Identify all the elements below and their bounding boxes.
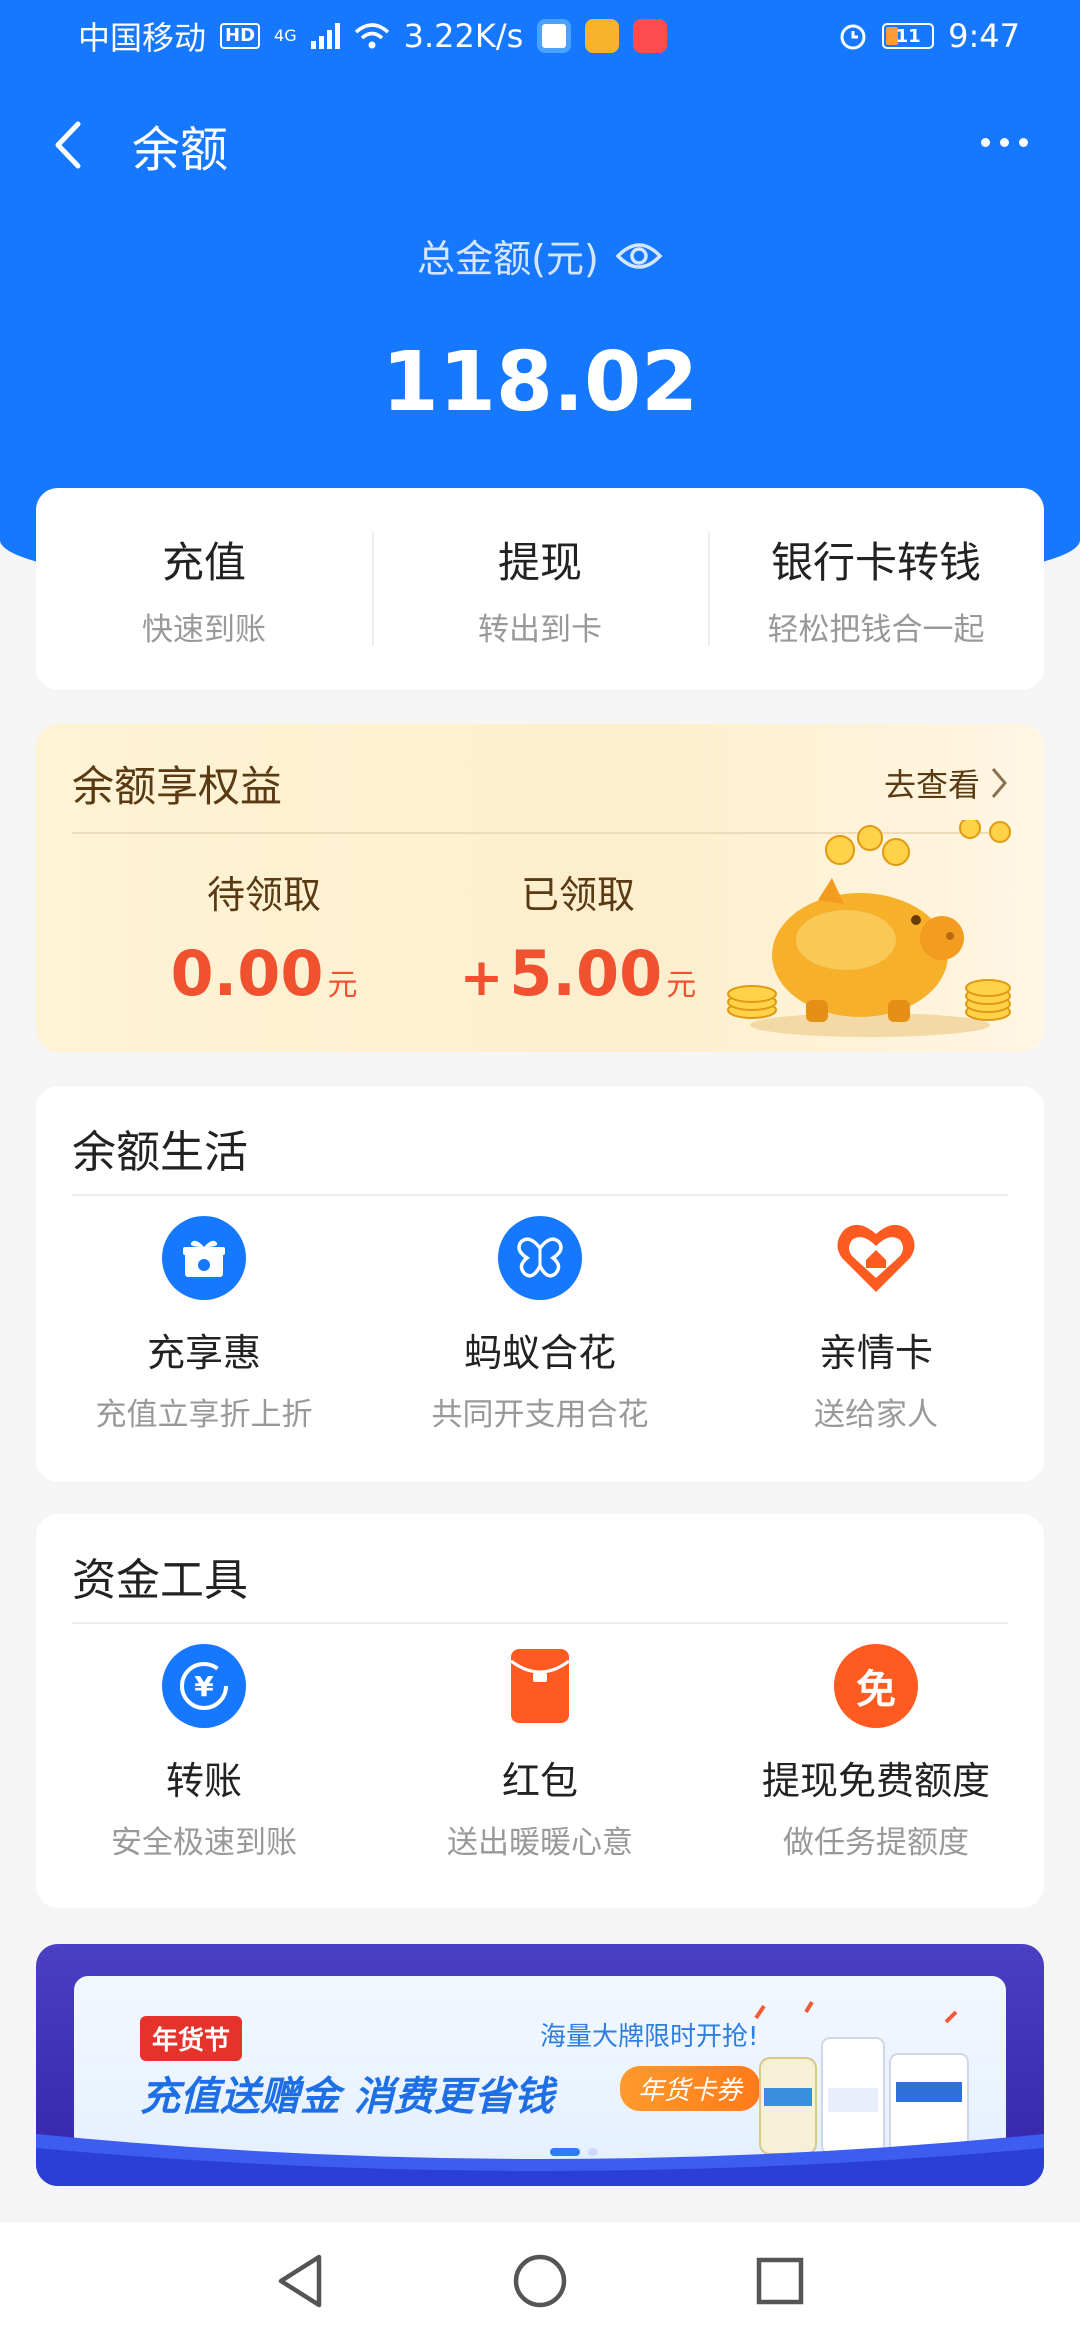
total-amount-value: 118.02 bbox=[381, 335, 699, 430]
recharge-button[interactable]: 充值 快速到账 bbox=[36, 488, 372, 690]
notification-app-icon bbox=[585, 19, 620, 53]
view-benefits-link[interactable]: 去查看 bbox=[884, 760, 1008, 806]
total-label-text: 总金额(元) bbox=[417, 237, 599, 281]
more-icon[interactable] bbox=[981, 138, 1028, 147]
carousel-indicator bbox=[550, 2148, 598, 2156]
balance-benefits-card[interactable]: 余额享权益 去查看 待领取 0.00 元 已领取 +5.00 元 bbox=[36, 724, 1044, 1052]
notification-app-icon bbox=[537, 19, 572, 53]
recents-square-icon[interactable] bbox=[748, 2249, 812, 2313]
butterfly-icon bbox=[498, 1216, 582, 1300]
pending-value: 0.00 bbox=[170, 937, 324, 1010]
divider bbox=[72, 1194, 1008, 1196]
transfer-tile[interactable]: ¥ 转账 安全极速到账 bbox=[36, 1634, 372, 1862]
pending-stat: 待领取 0.00 元 bbox=[104, 864, 424, 1010]
action-subtitle: 转出到卡 bbox=[478, 612, 602, 648]
promo-banner[interactable]: 年货节 海量大牌限时开抢! 充值送赠金 消费更省钱 年货卡券 bbox=[36, 1944, 1044, 2186]
red-envelope-tile[interactable]: 红包 送出暖暖心意 bbox=[372, 1634, 708, 1862]
balance-actions-card: 充值 快速到账 提现 转出到卡 银行卡转钱 轻松把钱合一起 bbox=[36, 488, 1044, 690]
action-title: 提现 bbox=[497, 538, 582, 587]
battery-icon: 11 bbox=[882, 23, 935, 49]
recharge-deals-tile[interactable]: 充享惠 充值立享折上折 bbox=[36, 1206, 372, 1434]
heart-home-icon bbox=[834, 1216, 918, 1300]
bank-card-transfer-button[interactable]: 银行卡转钱 轻松把钱合一起 bbox=[708, 488, 1044, 690]
system-navigation-bar bbox=[0, 2222, 1080, 2340]
tile-title: 蚂蚁合花 bbox=[463, 1331, 616, 1375]
action-title: 银行卡转钱 bbox=[770, 538, 981, 587]
red-envelope-icon bbox=[498, 1644, 582, 1728]
pending-label: 待领取 bbox=[206, 873, 321, 917]
chevron-left-icon[interactable] bbox=[40, 118, 94, 172]
signal-icon bbox=[310, 23, 340, 49]
tile-subtitle: 送出暖暖心意 bbox=[447, 1825, 633, 1861]
banner-wave bbox=[36, 2134, 1044, 2186]
tile-title: 亲情卡 bbox=[818, 1331, 933, 1375]
clock: 9:47 bbox=[948, 17, 1020, 55]
navigation-bar: 余额 bbox=[0, 100, 1080, 190]
withdraw-button[interactable]: 提现 转出到卡 bbox=[372, 488, 708, 690]
tile-title: 充享惠 bbox=[146, 1331, 261, 1375]
benefits-title: 余额享权益 bbox=[72, 761, 283, 811]
received-value: 5.00 bbox=[509, 937, 663, 1010]
banner-tag: 年货节 bbox=[140, 2016, 243, 2061]
banner-subtitle: 海量大牌限时开抢! bbox=[540, 2022, 759, 2052]
tile-subtitle: 安全极速到账 bbox=[111, 1825, 297, 1861]
home-circle-icon[interactable] bbox=[508, 2249, 572, 2313]
piggy-bank-illustration bbox=[727, 820, 1011, 1037]
eye-icon[interactable] bbox=[615, 236, 663, 276]
tile-subtitle: 做任务提额度 bbox=[783, 1825, 969, 1861]
chevron-right-icon bbox=[991, 768, 1007, 798]
section-title: 余额生活 bbox=[72, 1127, 248, 1178]
network-speed: 3.22K/s bbox=[403, 17, 524, 55]
total-amount-label: 总金额(元) bbox=[0, 228, 1080, 283]
banner-chip: 年货卡券 bbox=[620, 2066, 761, 2111]
tile-subtitle: 共同开支用合花 bbox=[431, 1397, 649, 1433]
status-bar: 中国移动 HD 4G 3.22K/s 11 9:47 bbox=[0, 0, 1080, 72]
gift-icon bbox=[162, 1216, 246, 1300]
section-title: 资金工具 bbox=[72, 1555, 248, 1606]
page-title: 余额 bbox=[132, 122, 229, 178]
plus-sign: + bbox=[459, 948, 504, 1008]
back-triangle-icon[interactable] bbox=[268, 2249, 332, 2313]
alarm-icon bbox=[840, 24, 866, 50]
free-icon: 免 bbox=[834, 1644, 918, 1728]
ant-hehua-tile[interactable]: 蚂蚁合花 共同开支用合花 bbox=[372, 1206, 708, 1434]
tile-subtitle: 充值立享折上折 bbox=[95, 1397, 313, 1433]
notification-app-icon bbox=[633, 19, 668, 53]
tile-title: 红包 bbox=[501, 1759, 578, 1803]
view-benefits-label: 去查看 bbox=[883, 766, 980, 804]
action-title: 充值 bbox=[161, 538, 246, 587]
action-subtitle: 轻松把钱合一起 bbox=[767, 612, 985, 648]
action-subtitle: 快速到账 bbox=[142, 612, 266, 648]
unit-label: 元 bbox=[327, 968, 358, 1003]
wifi-icon bbox=[354, 23, 389, 49]
received-stat: 已领取 +5.00 元 bbox=[418, 864, 738, 1010]
svg-text:¥: ¥ bbox=[194, 1670, 214, 1703]
free-withdraw-quota-tile[interactable]: 免 提现免费额度 做任务提额度 bbox=[708, 1634, 1044, 1862]
received-label: 已领取 bbox=[520, 873, 635, 917]
hd-badge: HD bbox=[220, 23, 261, 49]
family-card-tile[interactable]: 亲情卡 送给家人 bbox=[708, 1206, 1044, 1434]
tile-subtitle: 送给家人 bbox=[814, 1397, 938, 1433]
yuan-transfer-icon: ¥ bbox=[162, 1644, 246, 1728]
banner-headline: 充值送赠金 消费更省钱 bbox=[140, 2074, 554, 2120]
balance-life-section: 余额生活 充享惠 充值立享折上折 蚂蚁合花 共同开支用合花 亲情卡 送给家人 bbox=[36, 1086, 1044, 1482]
divider bbox=[72, 1622, 1008, 1624]
network-type: 4G bbox=[274, 26, 297, 45]
unit-label: 元 bbox=[666, 968, 697, 1003]
fund-tools-section: 资金工具 ¥ 转账 安全极速到账 红包 送出暖暖心意 免 提现免费额度 做任务提… bbox=[36, 1514, 1044, 1908]
carrier-name: 中国移动 bbox=[78, 19, 207, 57]
tile-title: 转账 bbox=[165, 1759, 242, 1803]
tile-title: 提现免费额度 bbox=[761, 1759, 990, 1803]
